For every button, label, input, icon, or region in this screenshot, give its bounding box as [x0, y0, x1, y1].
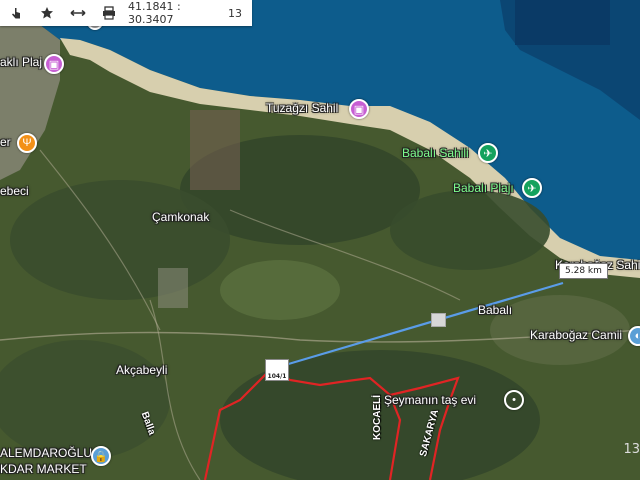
beach-icon[interactable]: ✈ — [478, 143, 498, 163]
map-toolbar: 41.1841 : 30.3407 13 — [0, 0, 252, 26]
region-label-kocaeli: KOCAELİ — [372, 395, 383, 440]
place-label-babali-plaji[interactable]: Babalı Plajı — [453, 181, 514, 195]
place-label-alemdaroglu[interactable]: ALEMDAROĞLU — [0, 446, 92, 460]
place-icon[interactable]: • — [504, 390, 524, 410]
beach-icon[interactable]: ✈ — [522, 178, 542, 198]
print-button[interactable] — [93, 0, 124, 26]
place-label-akli-plaj[interactable]: aklı Plaj — [0, 55, 42, 69]
place-label-karabogaz-camii[interactable]: Karaboğaz Camii — [530, 328, 622, 342]
camera-icon[interactable]: ▣ — [349, 99, 369, 119]
favorite-button[interactable] — [31, 0, 62, 26]
place-label-babali[interactable]: Babalı — [478, 303, 512, 317]
satellite-map[interactable] — [0, 0, 640, 480]
place-label-babali-sahili[interactable]: Babalı Sahili — [402, 146, 469, 160]
print-icon — [102, 6, 115, 20]
parcel-marker[interactable]: 104/1 — [265, 359, 289, 381]
shop-icon[interactable]: 🔒 — [91, 446, 111, 466]
coordinates-readout: 41.1841 : 30.3407 — [128, 0, 181, 26]
place-label-akcabeyli[interactable]: Akçabeyli — [116, 363, 167, 377]
place-label-camkonak[interactable]: Çamkonak — [152, 210, 209, 224]
star-icon — [40, 7, 53, 19]
measurement-midpoint-marker[interactable] — [431, 313, 446, 327]
camera-icon[interactable]: ▣ — [44, 54, 64, 74]
tap-button[interactable] — [0, 0, 31, 26]
measure-icon — [70, 9, 85, 17]
scale-indicator: 13 — [623, 442, 640, 457]
place-label-ebeci[interactable]: ebeci — [0, 184, 29, 198]
place-label-tuzagzi-sahil[interactable]: Tuzağzı Sahil — [266, 101, 338, 115]
place-label-seymanin-tas-evi[interactable]: Şeymanın taş evi — [384, 393, 476, 407]
tap-icon — [11, 8, 20, 19]
distance-tooltip: 5.28 km — [559, 263, 608, 279]
measure-button[interactable] — [62, 0, 93, 26]
zoom-level: 13 — [228, 6, 242, 20]
place-label-kdar-market[interactable]: KDAR MARKET — [0, 462, 87, 476]
restaurant-icon[interactable]: Ψ — [17, 133, 37, 153]
place-label-er[interactable]: er — [0, 135, 11, 149]
